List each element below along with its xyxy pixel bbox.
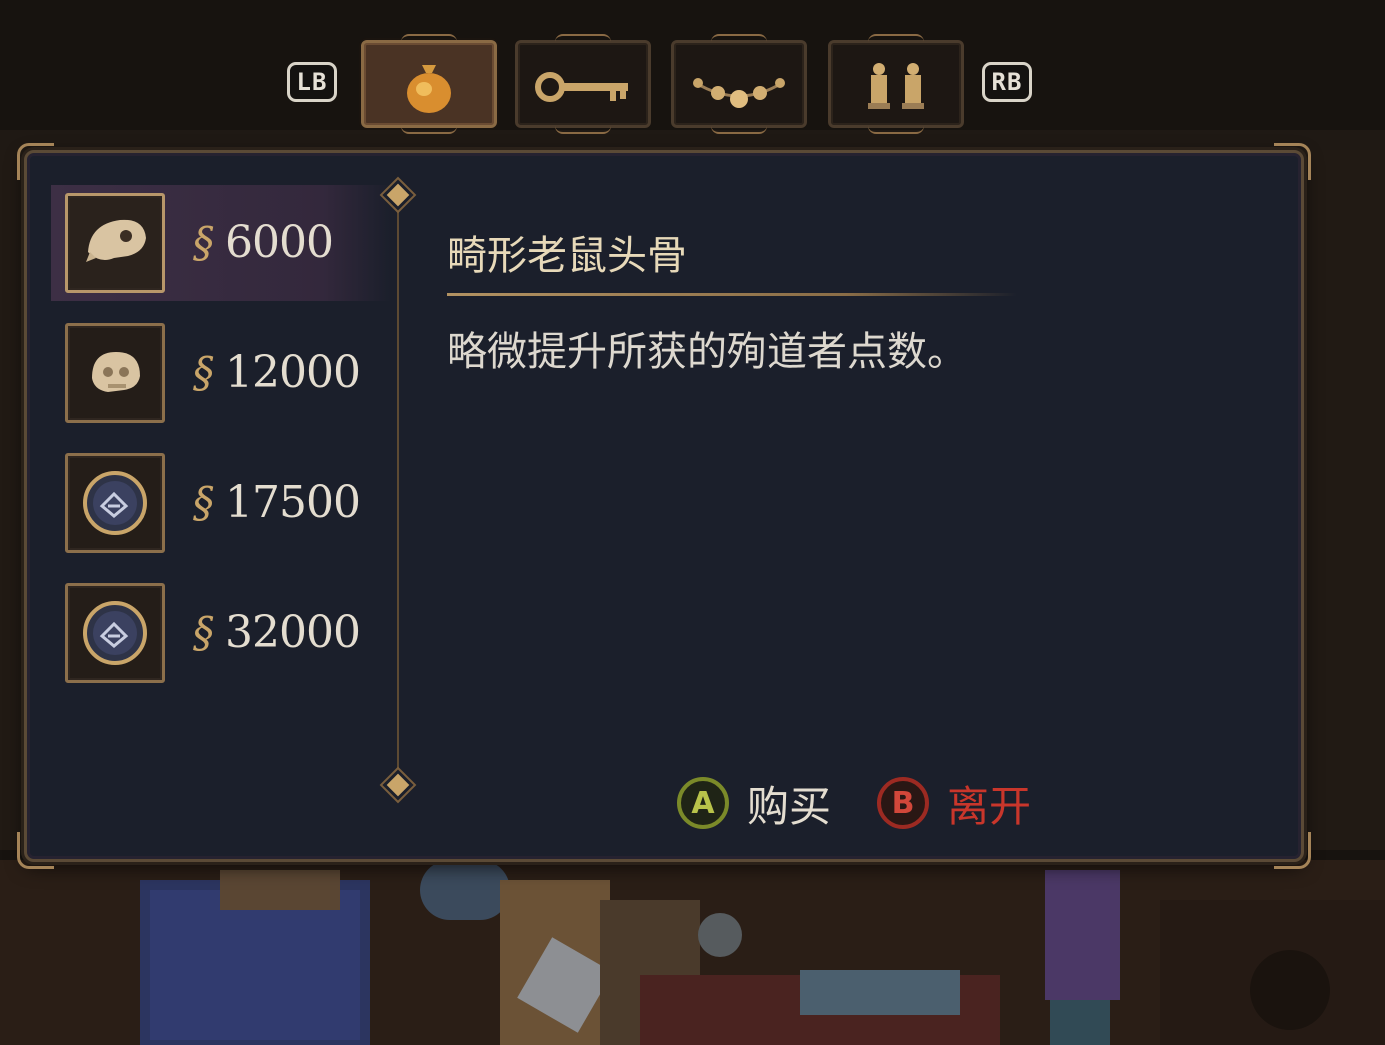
rb-shoulder-button[interactable]: RB: [982, 62, 1032, 102]
tab-ornament: [401, 122, 457, 134]
tab-ornament: [868, 122, 924, 134]
lb-shoulder-button[interactable]: LB: [287, 62, 337, 102]
divider-ornament: [386, 773, 410, 797]
shop-item-4[interactable]: § 32000: [51, 575, 391, 691]
crystal-orb-icon: [83, 601, 147, 665]
item-slot: [65, 453, 165, 553]
key-icon: [535, 72, 628, 102]
a-button-icon: A: [677, 777, 729, 829]
list-divider: [397, 187, 399, 799]
item-price-value: 32000: [225, 606, 361, 658]
item-slot: [65, 193, 165, 293]
currency-sign-icon: §: [193, 217, 214, 267]
b-button-icon: B: [877, 777, 929, 829]
item-price: § 12000: [193, 346, 361, 398]
panel-corner-ornament: [1274, 832, 1311, 869]
panel-corner-ornament: [17, 143, 54, 180]
currency-sign-icon: §: [193, 347, 214, 397]
item-slot: [65, 323, 165, 423]
panel-corner-ornament: [17, 832, 54, 869]
currency-sign-icon: §: [193, 607, 214, 657]
tab-money-bag[interactable]: [361, 34, 497, 134]
buy-label: 购买: [747, 781, 832, 831]
leave-prompt[interactable]: B 离开: [877, 773, 1031, 833]
item-price: § 6000: [193, 216, 334, 268]
item-price-value: 6000: [225, 216, 334, 268]
statuettes-icon: [868, 63, 924, 109]
shop-item-1[interactable]: § 6000: [51, 185, 391, 301]
bead-necklace-icon: [693, 78, 785, 108]
item-price-value: 12000: [225, 346, 361, 398]
skull-icon: [92, 352, 140, 392]
item-description: 略微提升所获的殉道者点数。: [447, 329, 967, 375]
tab-statuettes[interactable]: [828, 34, 964, 134]
money-bag-icon: [407, 65, 451, 113]
currency-sign-icon: §: [193, 477, 214, 527]
shop-panel: § 6000 § 12000 § 17500 § 32000 畸形老鼠头骨 略微…: [17, 143, 1311, 869]
tab-ornament: [555, 122, 611, 134]
crystal-orb-icon: [83, 471, 147, 535]
buy-prompt[interactable]: A 购买: [677, 773, 831, 833]
panel-corner-ornament: [1274, 143, 1311, 180]
item-price-value: 17500: [225, 476, 361, 528]
item-price: § 17500: [193, 476, 361, 528]
tab-key[interactable]: [515, 34, 651, 134]
shop-item-3[interactable]: § 17500: [51, 445, 391, 561]
item-price: § 32000: [193, 606, 361, 658]
title-divider: [447, 293, 1017, 296]
item-name: 畸形老鼠头骨: [447, 233, 687, 279]
tab-necklace[interactable]: [671, 34, 807, 134]
tab-ornament: [711, 122, 767, 134]
item-slot: [65, 583, 165, 683]
rat-skull-icon: [86, 219, 146, 262]
leave-label: 离开: [947, 781, 1032, 831]
shop-item-2[interactable]: § 12000: [51, 315, 391, 431]
